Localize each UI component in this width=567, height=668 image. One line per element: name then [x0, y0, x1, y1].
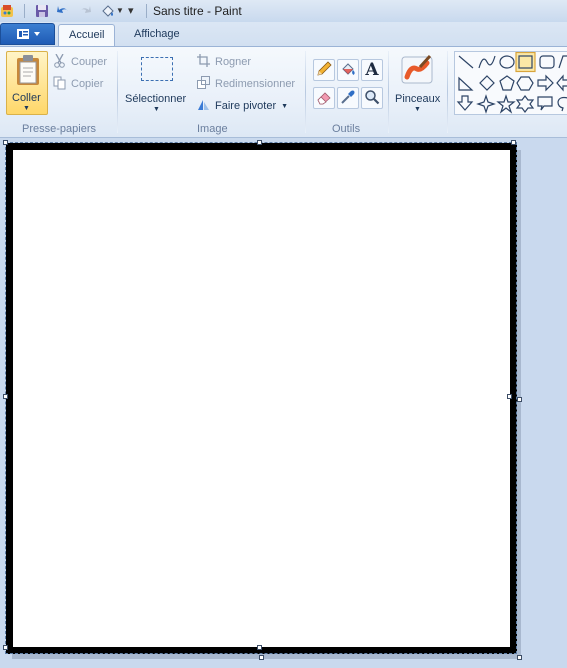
- magnifier-tool-button[interactable]: [361, 87, 383, 109]
- paste-dropdown-icon[interactable]: ▼: [23, 105, 30, 112]
- rotate-icon: [197, 98, 210, 114]
- rotate-label: Faire pivoter: [215, 100, 277, 112]
- diamond-shape-icon[interactable]: [479, 75, 495, 91]
- six-point-star-shape-icon[interactable]: [515, 95, 535, 113]
- resize-handle-top[interactable]: [257, 140, 262, 145]
- polygon-shape-icon[interactable]: [558, 55, 567, 69]
- tab-affichage[interactable]: Affichage: [124, 24, 190, 46]
- select-label: Sélectionner: [125, 93, 187, 105]
- title-bar: ▼ ▾ Sans titre - Paint: [0, 0, 567, 22]
- paint-app-icon[interactable]: [0, 3, 16, 19]
- copy-button[interactable]: Copier: [53, 74, 103, 94]
- resize-handle-left[interactable]: [3, 394, 8, 399]
- brushes-dropdown-icon[interactable]: ▼: [414, 106, 421, 113]
- eraser-icon: [316, 89, 332, 108]
- save-icon[interactable]: [34, 3, 50, 19]
- rotate-button[interactable]: Faire pivoter ▼: [197, 96, 288, 116]
- shapes-gallery: [454, 51, 567, 115]
- eyedropper-icon: [340, 89, 356, 108]
- rounded-rectangle-shape-icon[interactable]: [539, 55, 555, 69]
- hexagon-shape-icon[interactable]: [516, 76, 534, 91]
- ribbon-tab-row: Accueil Affichage: [0, 22, 567, 46]
- brush-icon: [401, 53, 433, 88]
- resize-icon: [197, 76, 210, 92]
- group-label-clipboard: Presse-papiers: [22, 123, 96, 135]
- brushes-label: Pinceaux: [395, 93, 441, 105]
- arrow-right-shape-icon[interactable]: [537, 74, 554, 92]
- redo-icon[interactable]: [77, 3, 93, 19]
- copy-icon: [53, 76, 66, 93]
- oval-shape-icon[interactable]: [499, 55, 515, 69]
- customize-toolbar-icon[interactable]: ▾: [128, 3, 144, 19]
- five-point-star-shape-icon[interactable]: [496, 94, 516, 114]
- paste-button[interactable]: Coller ▼: [6, 51, 48, 115]
- curve-shape-icon[interactable]: [478, 55, 496, 69]
- undo-icon[interactable]: [55, 3, 71, 19]
- paste-label: Coller: [12, 92, 41, 104]
- cut-label: Couper: [71, 56, 108, 68]
- triangle-shape-icon[interactable]: [458, 76, 474, 91]
- text-tool-button[interactable]: A: [361, 59, 383, 81]
- eraser-tool-button[interactable]: [313, 87, 335, 109]
- resize-label: Redimensionner: [215, 78, 296, 90]
- resize-handle-right-outer[interactable]: [517, 397, 522, 402]
- color-picker-tool-button[interactable]: [337, 87, 359, 109]
- crop-label: Rogner: [215, 56, 252, 68]
- copy-label: Copier: [71, 78, 104, 90]
- arrow-left-shape-icon[interactable]: [556, 74, 567, 92]
- fill-tool-button[interactable]: [337, 59, 359, 81]
- selection-rect-icon: [141, 57, 173, 81]
- resize-handle-bottom-right[interactable]: [517, 655, 522, 660]
- paint-bucket-icon: [340, 61, 356, 80]
- arrow-down-shape-icon[interactable]: [456, 95, 474, 111]
- resize-button[interactable]: Redimensionner: [197, 74, 295, 94]
- pentagon-shape-icon[interactable]: [499, 75, 515, 91]
- rotate-dropdown-icon[interactable]: ▼: [281, 103, 288, 110]
- pencil-icon: [316, 60, 332, 80]
- window-title: Sans titre - Paint: [153, 4, 242, 18]
- magnifier-icon: [364, 89, 380, 108]
- callout-rect-shape-icon[interactable]: [537, 96, 553, 111]
- callout-oval-shape-icon[interactable]: [557, 96, 567, 112]
- resize-handle-bottom-outer[interactable]: [259, 655, 264, 660]
- ribbon: Coller ▼ Couper Copier Presse-papiers Sé…: [0, 46, 567, 138]
- pencil-tool-button[interactable]: [313, 59, 335, 81]
- canvas-selection-outline: [5, 142, 517, 654]
- fill-quick-icon[interactable]: [100, 3, 116, 19]
- select-dropdown-icon[interactable]: ▼: [153, 106, 160, 113]
- line-shape-icon[interactable]: [458, 55, 474, 69]
- group-label-tools: Outils: [332, 123, 361, 135]
- cut-button[interactable]: Couper: [53, 52, 107, 72]
- crop-icon: [197, 54, 210, 70]
- text-a-icon: A: [365, 60, 379, 80]
- resize-handle-top-right[interactable]: [511, 140, 516, 145]
- resize-handle-top-left[interactable]: [3, 140, 8, 145]
- resize-handle-bottom-left[interactable]: [3, 645, 8, 650]
- resize-handle-right[interactable]: [507, 394, 512, 399]
- group-label-image: Image: [197, 123, 228, 135]
- clipboard-icon: [15, 54, 41, 89]
- brushes-button[interactable]: Pinceaux ▼: [392, 51, 442, 115]
- tab-accueil[interactable]: Accueil: [58, 24, 116, 46]
- resize-handle-bottom[interactable]: [257, 645, 262, 650]
- scissors-icon: [53, 53, 66, 71]
- crop-button[interactable]: Rogner: [197, 52, 251, 72]
- four-point-star-shape-icon[interactable]: [476, 94, 496, 114]
- select-button[interactable]: Sélectionner ▼: [124, 51, 190, 115]
- paint-menu-button[interactable]: [0, 23, 55, 45]
